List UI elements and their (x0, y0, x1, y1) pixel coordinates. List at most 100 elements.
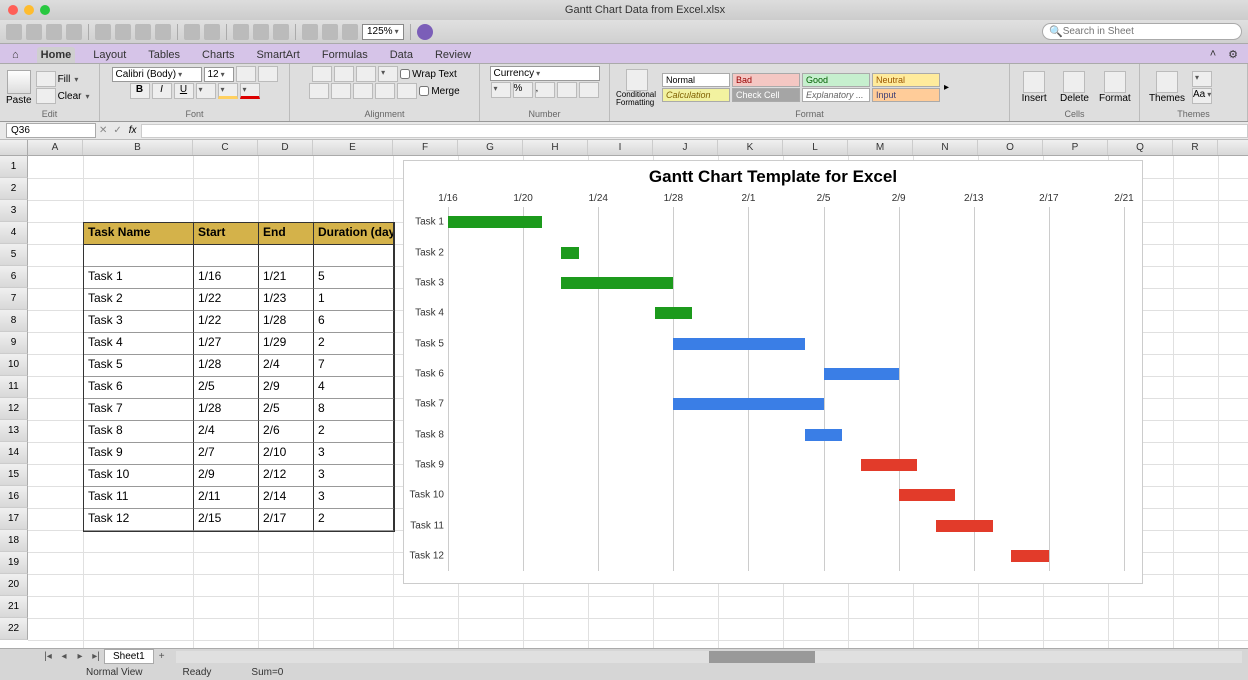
row-header[interactable]: 13 (0, 420, 28, 442)
copy-icon[interactable] (115, 24, 131, 40)
col-header[interactable]: P (1043, 140, 1108, 155)
table-header[interactable]: Task Name (84, 223, 194, 245)
select-all[interactable] (0, 140, 28, 155)
row-header[interactable]: 5 (0, 244, 28, 266)
style-bad[interactable]: Bad (732, 73, 800, 87)
col-header[interactable]: D (258, 140, 313, 155)
table-cell[interactable]: Task 3 (84, 311, 194, 333)
add-sheet[interactable]: + (154, 651, 170, 662)
filter-icon[interactable] (273, 24, 289, 40)
table-header[interactable]: Duration (days) (314, 223, 394, 245)
table-cell[interactable]: 2/5 (259, 399, 314, 421)
tab-smartart[interactable]: SmartArt (252, 47, 303, 63)
row-header[interactable]: 17 (0, 508, 28, 530)
col-header[interactable]: N (913, 140, 978, 155)
gantt-bar[interactable] (561, 277, 674, 289)
conditional-formatting[interactable]: Conditional Formatting (616, 69, 658, 107)
table-cell[interactable]: 2/5 (194, 377, 259, 399)
table-cell[interactable]: Task 4 (84, 333, 194, 355)
row-header[interactable]: 12 (0, 398, 28, 420)
col-header[interactable]: I (588, 140, 653, 155)
align-left[interactable] (309, 83, 329, 99)
table-header[interactable]: Start (194, 223, 259, 245)
clear-button[interactable] (36, 88, 56, 104)
tab-review[interactable]: Review (431, 47, 475, 63)
table-cell[interactable]: 1 (314, 289, 394, 311)
collapse-ribbon[interactable]: ˄ (1206, 46, 1220, 63)
prev-sheet[interactable]: ◂ (56, 651, 72, 662)
table-cell[interactable]: Task 12 (84, 509, 194, 531)
search-box[interactable]: 🔍 (1042, 23, 1242, 40)
italic-button[interactable]: I (152, 83, 172, 99)
minimize-window[interactable] (24, 5, 34, 15)
gantt-bar[interactable] (673, 398, 823, 410)
table-cell[interactable]: Task 9 (84, 443, 194, 465)
sort-icon[interactable] (253, 24, 269, 40)
row-header[interactable]: 15 (0, 464, 28, 486)
style-check[interactable]: Check Cell (732, 88, 800, 102)
bold-button[interactable]: B (130, 83, 150, 99)
table-cell[interactable]: Task 8 (84, 421, 194, 443)
row-header[interactable]: 10 (0, 354, 28, 376)
gantt-bar[interactable] (561, 247, 580, 259)
table-cell[interactable]: 1/23 (259, 289, 314, 311)
table-cell[interactable]: 5 (314, 267, 394, 289)
number-format[interactable]: Currency (490, 66, 600, 81)
close-window[interactable] (8, 5, 18, 15)
media-icon[interactable] (342, 24, 358, 40)
gantt-bar[interactable] (655, 307, 693, 319)
theme-colors[interactable] (1192, 71, 1212, 87)
indent-inc[interactable] (397, 83, 417, 99)
table-cell[interactable]: 1/28 (194, 399, 259, 421)
tab-formulas[interactable]: Formulas (318, 47, 372, 63)
home-icon[interactable] (6, 24, 22, 40)
delete-cells[interactable]: Delete (1056, 71, 1092, 104)
row-header[interactable]: 2 (0, 178, 28, 200)
layout-icon[interactable] (26, 24, 42, 40)
table-cell[interactable]: 4 (314, 377, 394, 399)
redo-icon[interactable] (204, 24, 220, 40)
table-cell[interactable]: Task 11 (84, 487, 194, 509)
cancel-icon[interactable]: ✕ (96, 125, 110, 136)
table-cell[interactable]: Task 1 (84, 267, 194, 289)
gantt-bar[interactable] (861, 459, 917, 471)
align-mid[interactable] (334, 66, 354, 82)
table-cell[interactable]: 1/21 (259, 267, 314, 289)
last-sheet[interactable]: ▸| (88, 651, 104, 662)
gantt-bar[interactable] (673, 338, 804, 350)
fill-button[interactable] (36, 71, 56, 87)
paste-icon[interactable] (135, 24, 151, 40)
gantt-bar[interactable] (899, 489, 955, 501)
format-cells[interactable]: Format (1097, 71, 1133, 104)
table-cell[interactable]: Task 2 (84, 289, 194, 311)
col-header[interactable]: F (393, 140, 458, 155)
cut-icon[interactable] (95, 24, 111, 40)
wrap-text[interactable]: Wrap Text (400, 69, 457, 80)
row-header[interactable]: 6 (0, 266, 28, 288)
table-cell[interactable]: Task 7 (84, 399, 194, 421)
table-cell[interactable]: 2/12 (259, 465, 314, 487)
paste-button[interactable]: Paste (6, 70, 32, 106)
style-input[interactable]: Input (872, 88, 940, 102)
grow-font[interactable] (236, 66, 256, 82)
themes-button[interactable]: Themes (1146, 71, 1188, 104)
table-cell[interactable]: 2 (314, 509, 394, 531)
fx-toggle-icon[interactable] (302, 24, 318, 40)
table-cell[interactable]: Task 5 (84, 355, 194, 377)
orientation[interactable] (378, 66, 398, 82)
print-icon[interactable] (66, 24, 82, 40)
row-header[interactable]: 9 (0, 332, 28, 354)
table-cell[interactable]: 1/28 (259, 311, 314, 333)
align-top[interactable] (312, 66, 332, 82)
save-icon[interactable] (46, 24, 62, 40)
col-header[interactable]: C (193, 140, 258, 155)
table-cell[interactable]: 2/17 (259, 509, 314, 531)
ribbon-options[interactable]: ⚙ (1224, 46, 1242, 63)
gantt-bar[interactable] (1011, 550, 1049, 562)
worksheet[interactable]: ABCDEFGHIJKLMNOPQR 123456789101112131415… (0, 140, 1248, 648)
row-header[interactable]: 20 (0, 574, 28, 596)
col-header[interactable]: K (718, 140, 783, 155)
table-cell[interactable]: 2 (314, 421, 394, 443)
next-sheet[interactable]: ▸ (72, 651, 88, 662)
first-sheet[interactable]: |◂ (40, 651, 56, 662)
